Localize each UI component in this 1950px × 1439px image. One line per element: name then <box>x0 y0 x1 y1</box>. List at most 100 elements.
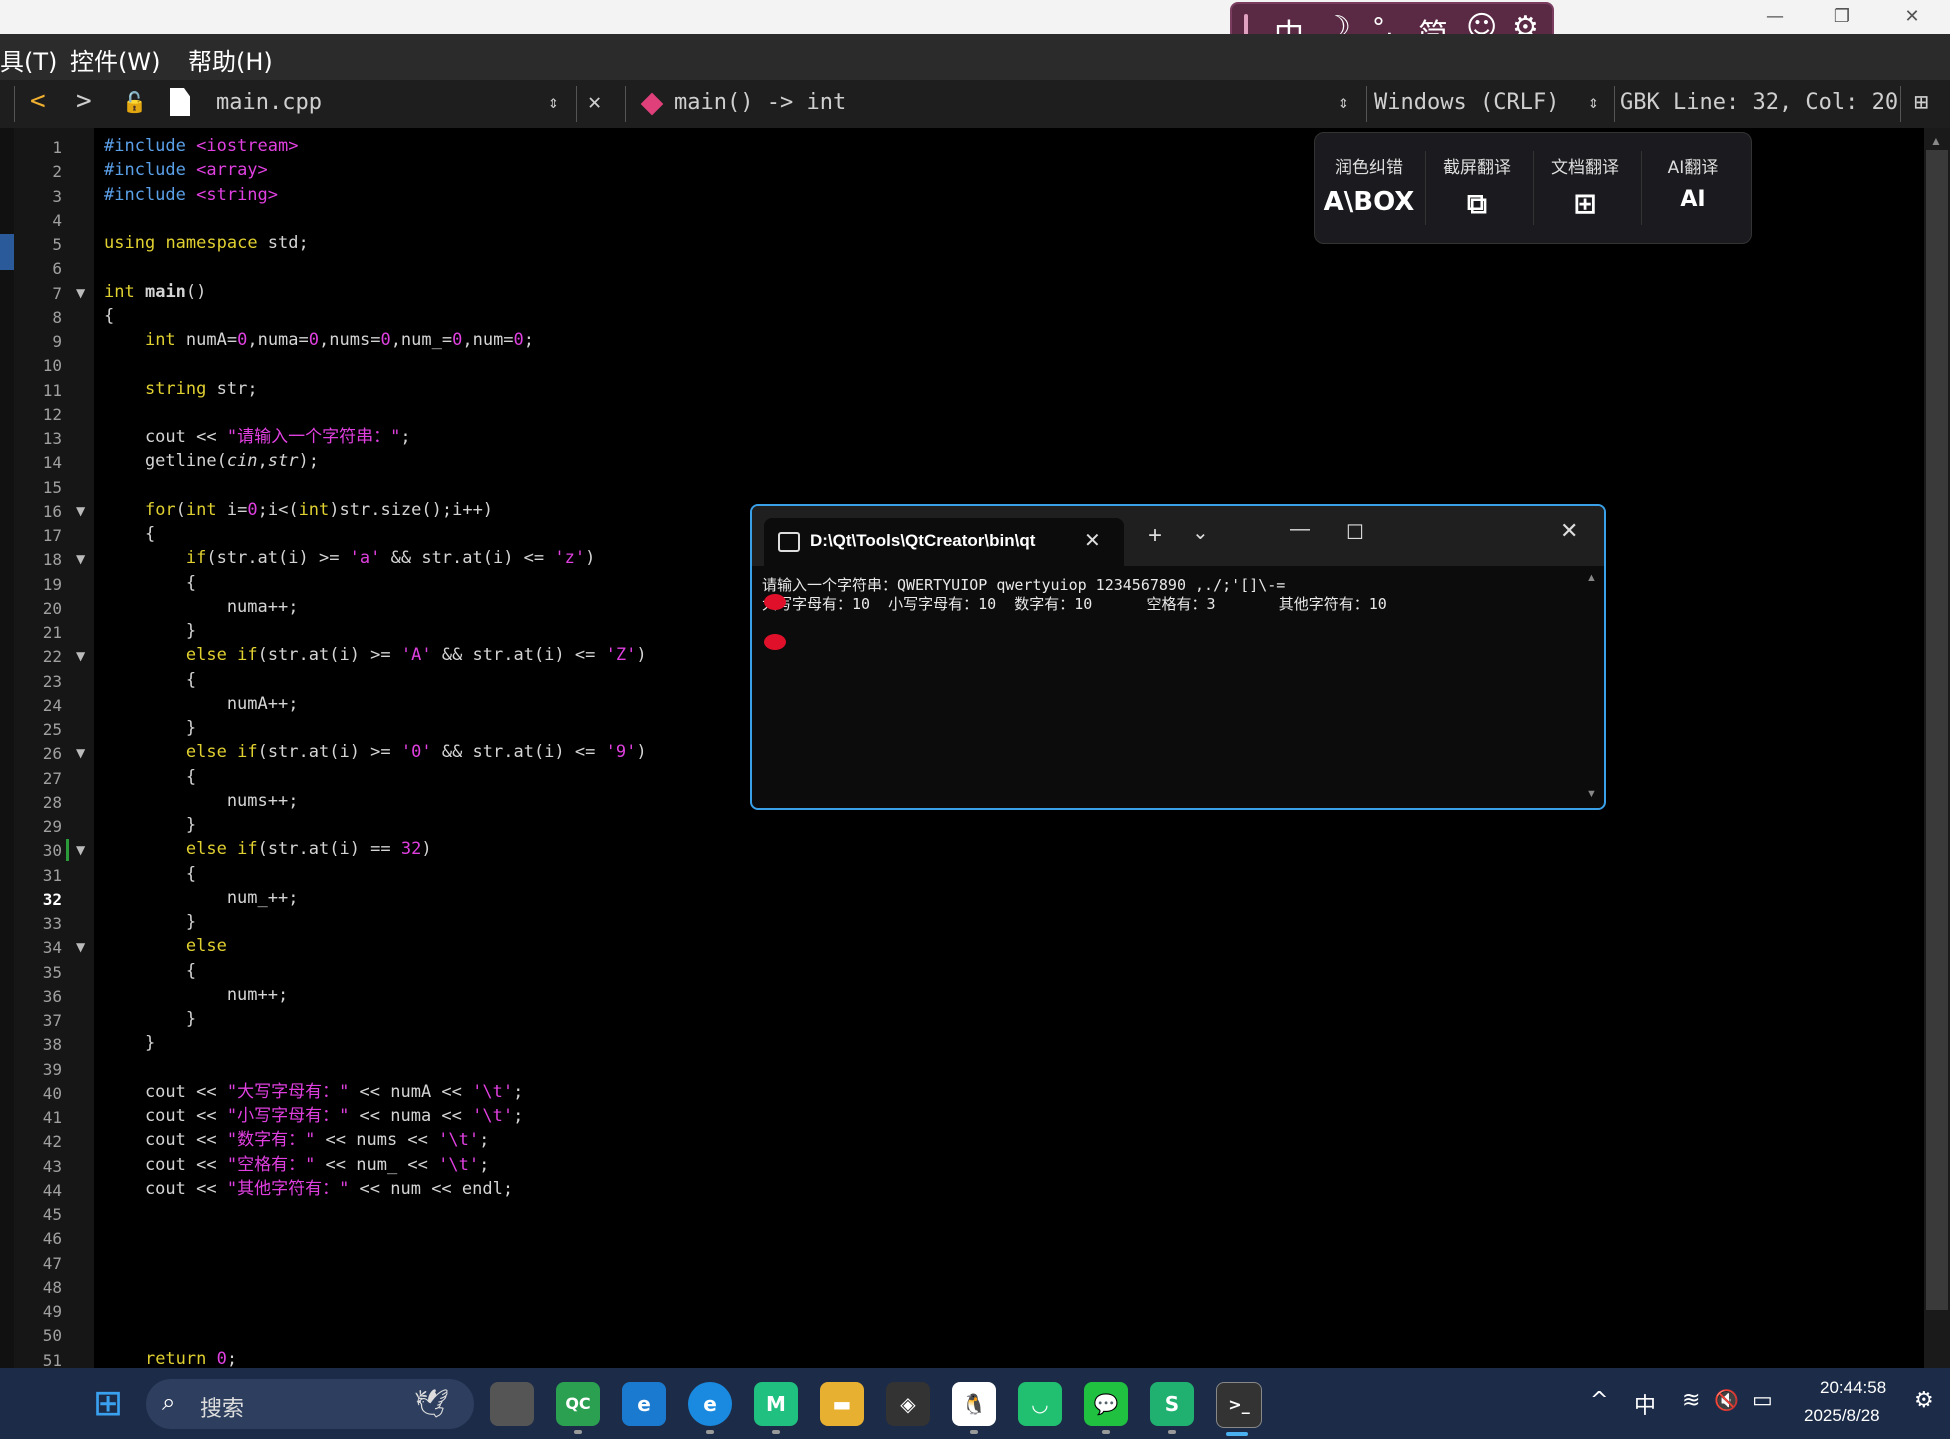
qtcreator-icon[interactable]: QC <box>556 1382 600 1426</box>
clock-date[interactable]: 2025/8/28 <box>1804 1406 1880 1426</box>
tab-dropdown-icon[interactable]: ⌄ <box>1192 520 1209 545</box>
notification-icon[interactable]: ⚙ <box>1914 1388 1934 1413</box>
qq-icon[interactable]: 🐧 <box>952 1382 996 1426</box>
code-line[interactable]: { <box>104 959 196 983</box>
fold-arrow-icon[interactable]: ▼ <box>76 746 85 760</box>
file-explorer-icon[interactable]: ▬ <box>820 1382 864 1426</box>
start-button-icon[interactable]: ⊞ <box>86 1382 130 1426</box>
code-line[interactable]: #include <array> <box>104 158 268 182</box>
code-line[interactable]: } <box>104 1007 196 1031</box>
code-line[interactable]: string str; <box>104 377 258 401</box>
encoding-cursor-status[interactable]: GBK Line: 32, Col: 20 <box>1620 90 1898 115</box>
code-line[interactable]: { <box>104 765 196 789</box>
code-line[interactable]: } <box>104 1031 155 1055</box>
scroll-up-arrow-icon[interactable]: ▲ <box>1930 134 1942 148</box>
symbol-select-arrows-icon[interactable]: ⇕ <box>1338 92 1349 113</box>
new-tab-icon[interactable]: + <box>1148 522 1162 550</box>
code-line[interactable]: cout << "数字有：" << nums << '\t'; <box>104 1128 489 1152</box>
screenshot-translate-label[interactable]: 截屏翻译 <box>1427 153 1527 178</box>
abox-icon[interactable]: A\BOX <box>1319 187 1419 217</box>
menu-help[interactable]: 帮助(H) <box>188 42 273 77</box>
terminal-close-icon[interactable]: ✕ <box>1560 518 1578 544</box>
code-line[interactable]: { <box>104 668 196 692</box>
close-file-icon[interactable]: ✕ <box>588 90 601 115</box>
terminal-maximize-icon[interactable]: ☐ <box>1346 520 1364 545</box>
code-line[interactable]: else if(str.at(i) == 32) <box>104 837 432 861</box>
symbol-selector[interactable]: main() -> int <box>674 90 846 115</box>
code-line[interactable]: #include <string> <box>104 183 278 207</box>
minimize-button[interactable]: — <box>1745 0 1805 34</box>
code-line[interactable]: cout << "请输入一个字符串："; <box>104 425 411 449</box>
code-line[interactable]: else if(str.at(i) >= 'A' && str.at(i) <=… <box>104 643 647 667</box>
line-ending-arrows-icon[interactable]: ⇕ <box>1588 92 1599 113</box>
wechat-icon[interactable]: 💬 <box>1084 1382 1128 1426</box>
fold-arrow-icon[interactable]: ▼ <box>76 504 85 518</box>
document-translate-label[interactable]: 文档翻译 <box>1535 153 1635 178</box>
code-line[interactable]: else <box>104 934 227 958</box>
file-select-arrows-icon[interactable]: ⇕ <box>548 92 559 113</box>
code-line[interactable]: { <box>104 304 114 328</box>
battery-icon[interactable]: ▭ <box>1752 1388 1773 1413</box>
edge-icon[interactable]: e <box>688 1382 732 1426</box>
unlock-icon[interactable]: 🔓 <box>122 90 147 114</box>
line-ending-selector[interactable]: Windows (CRLF) <box>1374 90 1559 115</box>
fold-arrow-icon[interactable]: ▼ <box>76 552 85 566</box>
menu-tools[interactable]: 具(T) <box>0 42 57 77</box>
terminal-scrollbar[interactable]: ▲ ▼ <box>1580 566 1602 808</box>
shop-app-icon[interactable]: ◡ <box>1018 1382 1062 1426</box>
tray-ime-icon[interactable]: 中 <box>1634 1388 1656 1420</box>
code-line[interactable]: } <box>104 619 196 643</box>
code-line[interactable]: num_++; <box>104 886 299 910</box>
terminal-scroll-down-icon[interactable]: ▼ <box>1586 788 1597 800</box>
maximize-button[interactable]: ❐ <box>1812 0 1872 34</box>
code-line[interactable]: getline(cin,str); <box>104 449 319 473</box>
wifi-icon[interactable]: ≋ <box>1682 1388 1700 1413</box>
code-line[interactable]: } <box>104 813 196 837</box>
fold-arrow-icon[interactable]: ▼ <box>76 286 85 300</box>
editor-scrollbar-thumb[interactable] <box>1926 150 1948 1310</box>
code-line[interactable]: cout << "大写字母有：" << numA << '\t'; <box>104 1080 523 1104</box>
document-add-icon[interactable]: ⊞ <box>1535 187 1635 220</box>
code-line[interactable]: using namespace std; <box>104 231 309 255</box>
terminal-scroll-up-icon[interactable]: ▲ <box>1586 572 1597 584</box>
code-line[interactable]: int numA=0,numa=0,nums=0,num_=0,num=0; <box>104 328 534 352</box>
ai-translate-label[interactable]: AI翻译 <box>1643 153 1743 178</box>
code-line[interactable]: numA++; <box>104 692 299 716</box>
code-line[interactable]: { <box>104 522 155 546</box>
terminal-tab[interactable]: D:\Qt\Tools\QtCreator\bin\qt ✕ <box>764 518 1124 566</box>
terminal-app-icon[interactable]: >_ <box>1216 1382 1262 1428</box>
code-line[interactable]: { <box>104 862 196 886</box>
note-app-icon[interactable]: M <box>754 1382 798 1426</box>
code-line[interactable]: nums++; <box>104 789 299 813</box>
fold-arrow-icon[interactable]: ▼ <box>76 940 85 954</box>
code-line[interactable]: num++; <box>104 983 288 1007</box>
crop-icon[interactable]: ⧉ <box>1427 187 1527 221</box>
code-line[interactable]: cout << "其他字符有：" << num << endl; <box>104 1177 513 1201</box>
line-number-gutter[interactable]: 1 2 3 4 5 6 7 ▼ 8 9 10 11 12 13 14 15 16 ▼ 17 18 ▼ 19 20 21 22 ▼ 2… <box>14 128 94 1370</box>
close-button[interactable]: ✕ <box>1882 0 1942 34</box>
code-line[interactable]: if(str.at(i) >= 'a' && str.at(i) <= 'z') <box>104 546 595 570</box>
volume-muted-icon[interactable]: 🔇 <box>1714 1388 1739 1412</box>
code-line[interactable]: } <box>104 716 196 740</box>
code-line[interactable]: #include <iostream> <box>104 134 298 158</box>
code-line[interactable]: numa++; <box>104 595 299 619</box>
code-line[interactable]: cout << "空格有：" << num_ << '\t'; <box>104 1153 489 1177</box>
split-editor-icon[interactable]: ⊞ <box>1914 88 1928 116</box>
code-line[interactable]: for(int i=0;i<(int)str.size();i++) <box>104 498 493 522</box>
polish-correct-label[interactable]: 润色纠错 <box>1319 153 1419 178</box>
tray-chevron-icon[interactable]: ^ <box>1590 1388 1608 1413</box>
code-line[interactable]: } <box>104 910 196 934</box>
clock-time[interactable]: 20:44:58 <box>1820 1378 1886 1398</box>
code-line[interactable]: int main() <box>104 280 206 304</box>
file-name[interactable]: main.cpp <box>216 90 322 115</box>
back-arrow-icon[interactable]: < <box>30 86 46 116</box>
fold-arrow-icon[interactable]: ▼ <box>76 649 85 663</box>
terminal-tab-close-icon[interactable]: ✕ <box>1084 528 1101 553</box>
app-s-icon[interactable]: S <box>1150 1382 1194 1426</box>
terminal-window[interactable]: D:\Qt\Tools\QtCreator\bin\qt ✕ + ⌄ — ☐ ✕… <box>750 504 1606 810</box>
ai-translate-icon[interactable]: AI <box>1643 187 1743 212</box>
unity-hub-icon[interactable]: ◈ <box>886 1382 930 1426</box>
code-line[interactable]: return 0; <box>104 1347 237 1371</box>
code-line[interactable]: { <box>104 571 196 595</box>
taskbar-search[interactable]: ⌕ 搜索 🕊 <box>146 1379 474 1429</box>
